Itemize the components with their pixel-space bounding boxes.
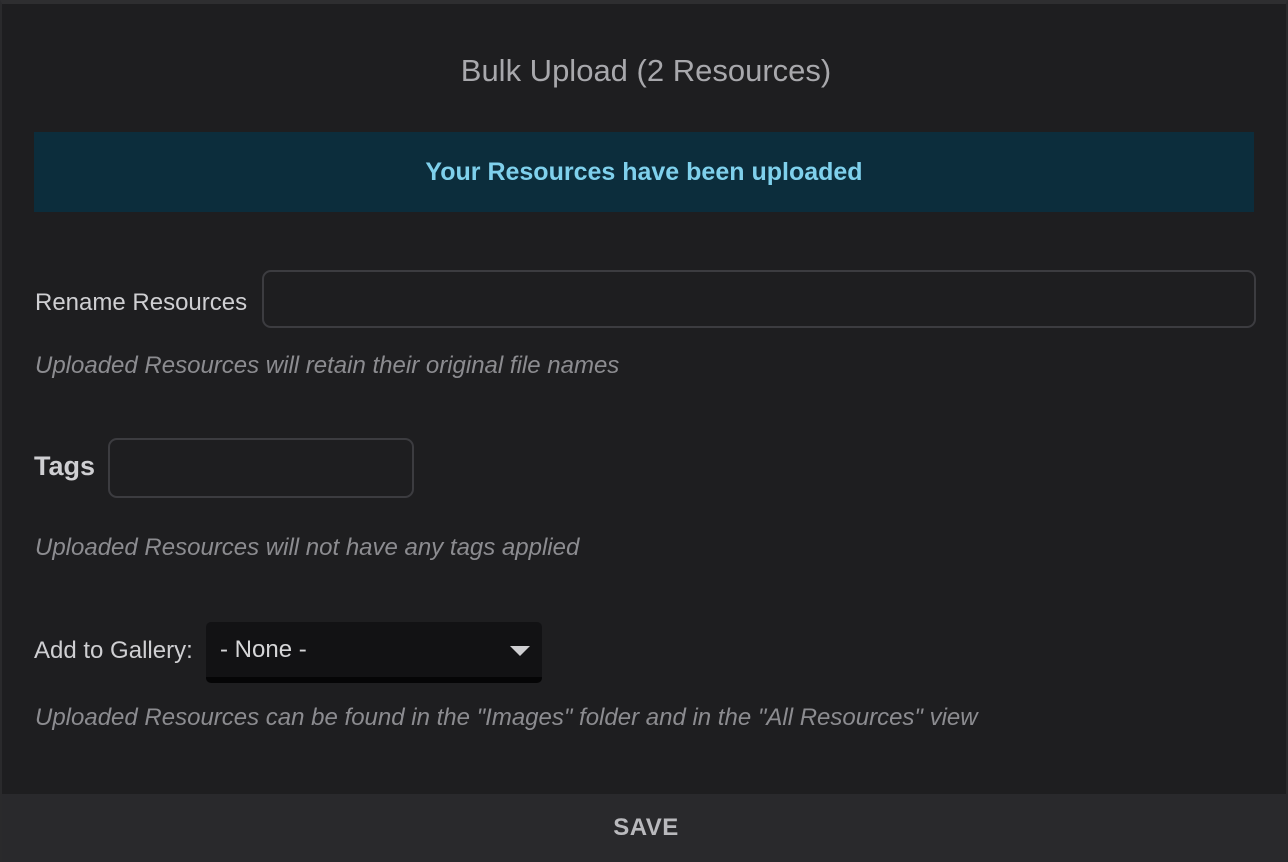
rename-resources-label: Rename Resources [35,289,248,316]
tags-input[interactable] [108,438,414,498]
tags-help-text: Uploaded Resources will not have any tag… [35,534,580,561]
rename-resources-input[interactable] [262,270,1256,328]
gallery-help-text: Uploaded Resources can be found in the "… [35,704,978,731]
save-button[interactable]: SAVE [2,794,1288,862]
caret-down-icon [510,645,530,656]
gallery-selected-value: - None - [220,635,307,663]
gallery-label: Add to Gallery: [34,637,193,664]
dialog-title: Bulk Upload (2 Resources) [460,53,832,88]
success-message: Your Resources have been uploaded [425,157,863,186]
tags-label: Tags [34,451,96,481]
gallery-select[interactable]: - None - [206,622,542,683]
save-button-label: SAVE [613,814,679,841]
success-banner: Your Resources have been uploaded [34,132,1254,212]
rename-help-text: Uploaded Resources will retain their ori… [35,352,620,379]
bulk-upload-dialog: Bulk Upload (2 Resources) Your Resources… [0,0,1288,862]
